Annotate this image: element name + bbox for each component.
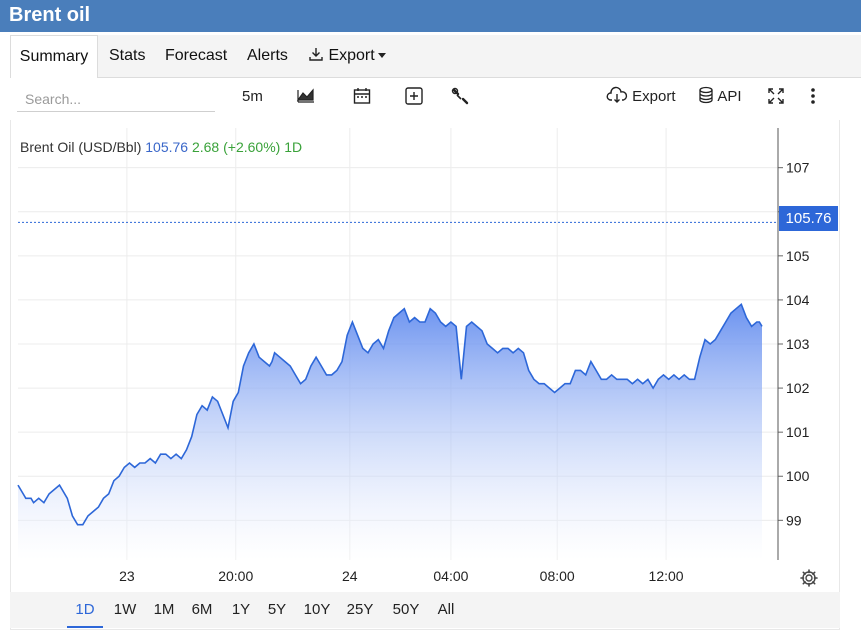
price-chart[interactable]: 99100101102103104105106107 2320:002404:0… — [0, 0, 861, 642]
legend-name: Brent Oil (USD/Bbl) — [20, 139, 142, 155]
x-tick-label: 08:00 — [540, 568, 575, 584]
legend-price: 105.76 — [145, 139, 189, 155]
x-tick-label: 20:00 — [218, 568, 253, 584]
gear-icon[interactable] — [799, 568, 819, 593]
last-price-tag: 105.76 — [779, 206, 838, 231]
period-50y[interactable]: 50Y — [388, 592, 424, 626]
period-6m[interactable]: 6M — [187, 592, 217, 626]
period-1y[interactable]: 1Y — [226, 592, 256, 626]
period-10y[interactable]: 10Y — [300, 592, 334, 626]
legend-interval: 1D — [284, 139, 303, 155]
period-1m[interactable]: 1M — [149, 592, 179, 626]
period-all[interactable]: All — [432, 592, 460, 626]
period-1d[interactable]: 1D — [67, 592, 103, 628]
y-tick-label: 102 — [786, 380, 810, 396]
period-1w[interactable]: 1W — [110, 592, 140, 626]
x-tick-label: 12:00 — [649, 568, 684, 584]
y-tick-label: 104 — [786, 292, 810, 308]
x-tick-label: 23 — [119, 568, 135, 584]
y-tick-label: 101 — [786, 424, 810, 440]
x-tick-label: 24 — [342, 568, 358, 584]
chart-legend: Brent Oil (USD/Bbl) 105.76 2.68 (+2.60%)… — [20, 139, 302, 155]
y-tick-label: 99 — [786, 512, 802, 528]
y-tick-label: 107 — [786, 160, 810, 176]
period-5y[interactable]: 5Y — [262, 592, 292, 626]
period-25y[interactable]: 25Y — [342, 592, 378, 626]
period-selector: 1D 1W 1M 6M 1Y 5Y 10Y 25Y 50Y All — [10, 592, 840, 628]
legend-change: 2.68 (+2.60%) — [191, 139, 281, 155]
y-tick-label: 103 — [786, 336, 810, 352]
y-tick-label: 105 — [786, 248, 810, 264]
y-tick-label: 100 — [786, 468, 810, 484]
x-tick-label: 04:00 — [433, 568, 468, 584]
